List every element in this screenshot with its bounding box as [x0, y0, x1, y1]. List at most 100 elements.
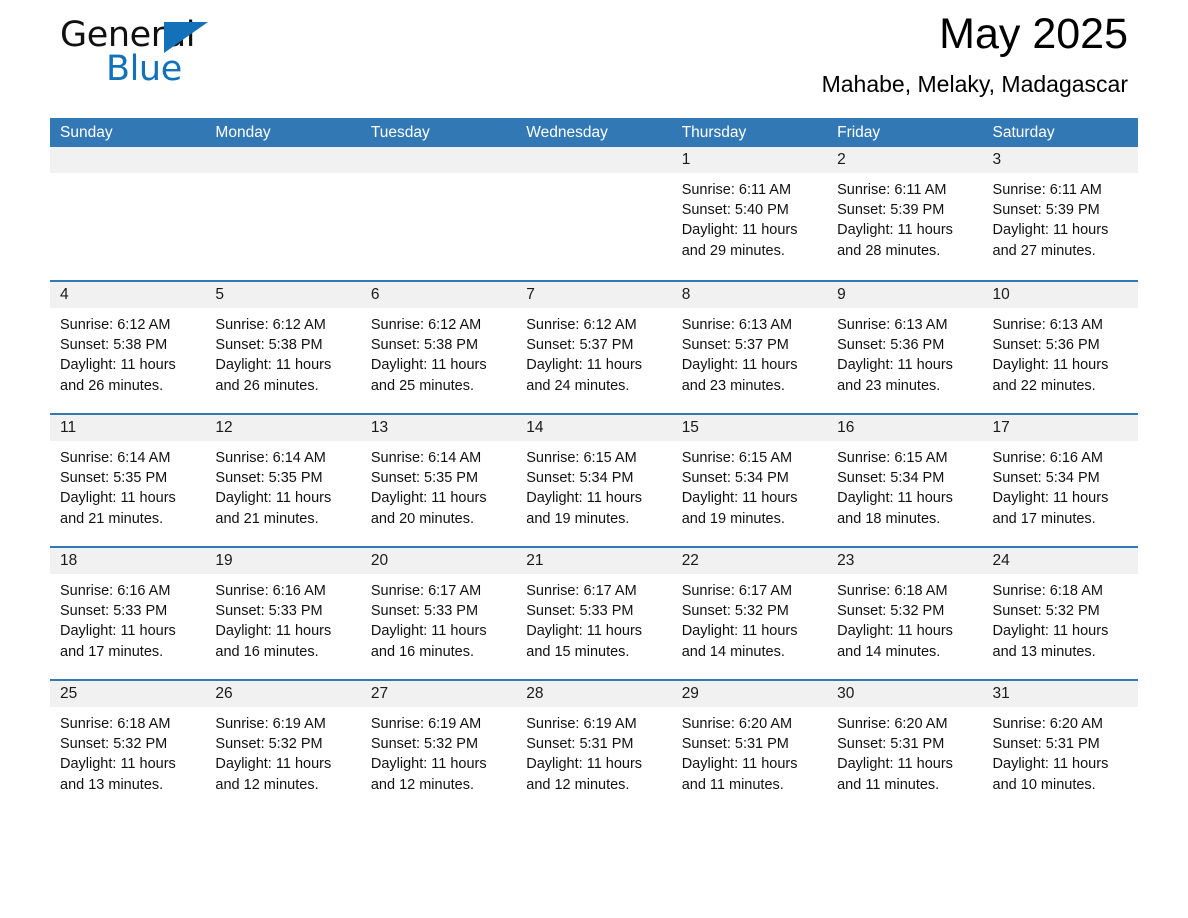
day-number-band: 24 [982, 548, 1138, 574]
day-number-band: 26 [205, 681, 361, 707]
day-details: Sunrise: 6:19 AM Sunset: 5:32 PM Daylight:… [361, 707, 516, 795]
day-number-band: 12 [205, 415, 361, 441]
day-cell[interactable]: 7 Sunrise: 6:12 AM Sunset: 5:37 PM Daylight… [516, 282, 672, 413]
day-number-band: 27 [360, 681, 517, 707]
day-number: 4 [60, 286, 69, 303]
day-details: Sunrise: 6:14 AM Sunset: 5:35 PM Daylight:… [361, 441, 516, 529]
day-details: Sunrise: 6:20 AM Sunset: 5:31 PM Daylight:… [827, 707, 982, 795]
daylight-text: Daylight: 11 hours and 18 minutes. [837, 490, 953, 527]
day-number-band: 15 [671, 415, 828, 441]
day-cell[interactable]: 3 Sunrise: 6:11 AM Sunset: 5:39 PM Daylight… [982, 147, 1138, 280]
day-cell-empty [205, 147, 361, 280]
day-number-band: 29 [671, 681, 828, 707]
sunrise-text: Sunrise: 6:16 AM [60, 583, 171, 599]
daylight-text: Daylight: 11 hours and 16 minutes. [215, 623, 332, 660]
day-cell[interactable]: 11 Sunrise: 6:14 AM Sunset: 5:35 PM Dayligh… [50, 415, 206, 546]
sunrise-text: Sunrise: 6:17 AM [370, 583, 482, 599]
day-cell[interactable]: 26 Sunrise: 6:19 AM Sunset: 5:32 PM Dayligh… [205, 681, 361, 812]
daylight-text: Daylight: 11 hours and 26 minutes. [215, 357, 332, 394]
day-number-band: 22 [671, 548, 828, 574]
day-cell[interactable]: 17 Sunrise: 6:16 AM Sunset: 5:34 PM Dayligh… [982, 415, 1138, 546]
weekday-header-wednesday: Wednesday [526, 124, 608, 141]
day-cell[interactable]: 2 Sunrise: 6:11 AM Sunset: 5:39 PM Daylight… [827, 147, 983, 280]
sunset-text: Sunset: 5:31 PM [681, 736, 789, 753]
day-cell[interactable]: 22 Sunrise: 6:17 AM Sunset: 5:32 PM Dayligh… [671, 548, 828, 679]
day-cell[interactable]: 23 Sunrise: 6:18 AM Sunset: 5:32 PM Dayligh… [827, 548, 983, 679]
sunrise-text: Sunrise: 6:14 AM [215, 450, 326, 466]
daylight-text: Daylight: 11 hours and 12 minutes. [215, 756, 332, 793]
daylight-text: Daylight: 11 hours and 11 minutes. [681, 756, 798, 793]
day-cell[interactable]: 27 Sunrise: 6:19 AM Sunset: 5:32 PM Dayligh… [360, 681, 517, 812]
day-cell[interactable]: 16 Sunrise: 6:15 AM Sunset: 5:34 PM Dayligh… [827, 415, 983, 546]
sunrise-text: Sunrise: 6:20 AM [992, 716, 1103, 732]
day-number: 20 [370, 552, 389, 569]
sunset-text: Sunset: 5:31 PM [992, 736, 1100, 753]
day-details: Sunrise: 6:17 AM Sunset: 5:33 PM Daylight:… [516, 574, 671, 662]
sunrise-text: Sunrise: 6:14 AM [370, 450, 482, 466]
day-cell[interactable]: 12 Sunrise: 6:14 AM Sunset: 5:35 PM Dayligh… [205, 415, 361, 546]
day-cell[interactable]: 1 Sunrise: 6:11 AM Sunset: 5:40 PM Daylight… [671, 147, 828, 280]
sunrise-text: Sunrise: 6:12 AM [60, 317, 171, 333]
day-cell[interactable]: 29 Sunrise: 6:20 AM Sunset: 5:31 PM Dayligh… [671, 681, 828, 812]
day-cell[interactable]: 24 Sunrise: 6:18 AM Sunset: 5:32 PM Dayligh… [982, 548, 1138, 679]
day-number [516, 151, 526, 168]
day-cell[interactable]: 14 Sunrise: 6:15 AM Sunset: 5:34 PM Dayligh… [516, 415, 672, 546]
day-cell[interactable]: 20 Sunrise: 6:17 AM Sunset: 5:33 PM Dayligh… [360, 548, 517, 679]
day-number-band: 5 [205, 282, 361, 308]
day-cell[interactable]: 28 Sunrise: 6:19 AM Sunset: 5:31 PM Dayligh… [516, 681, 672, 812]
title-block: May 2025 Mahabe, Melaky, Madagascar [822, 8, 1128, 98]
day-number-band: 31 [982, 681, 1138, 707]
day-cell[interactable]: 15 Sunrise: 6:15 AM Sunset: 5:34 PM Dayligh… [671, 415, 828, 546]
weeks-container: 1 Sunrise: 6:11 AM Sunset: 5:40 PM Daylight… [50, 147, 1138, 812]
sunset-text: Sunset: 5:31 PM [526, 736, 634, 753]
day-cell[interactable]: 13 Sunrise: 6:14 AM Sunset: 5:35 PM Dayligh… [360, 415, 517, 546]
day-cell[interactable]: 21 Sunrise: 6:17 AM Sunset: 5:33 PM Dayligh… [516, 548, 672, 679]
day-cell[interactable]: 30 Sunrise: 6:20 AM Sunset: 5:31 PM Dayligh… [827, 681, 983, 812]
day-number: 16 [837, 419, 855, 436]
day-cell[interactable]: 19 Sunrise: 6:16 AM Sunset: 5:33 PM Dayligh… [205, 548, 361, 679]
day-number-band: 23 [827, 548, 983, 574]
day-details: Sunrise: 6:18 AM Sunset: 5:32 PM Daylight:… [50, 707, 205, 795]
sunrise-text: Sunrise: 6:11 AM [992, 182, 1102, 198]
sunrise-text: Sunrise: 6:20 AM [681, 716, 793, 732]
day-number-band: 19 [205, 548, 361, 574]
sunrise-text: Sunrise: 6:15 AM [526, 450, 637, 466]
day-cell[interactable]: 9 Sunrise: 6:13 AM Sunset: 5:36 PM Daylight… [827, 282, 983, 413]
day-number: 31 [992, 685, 1010, 702]
day-details: Sunrise: 6:17 AM Sunset: 5:33 PM Daylight:… [361, 574, 516, 662]
day-details: Sunrise: 6:18 AM Sunset: 5:32 PM Daylight:… [827, 574, 982, 662]
day-number-band: 2 [827, 147, 983, 173]
day-details: Sunrise: 6:14 AM Sunset: 5:35 PM Daylight:… [50, 441, 205, 529]
day-number-band: 16 [827, 415, 983, 441]
day-cell[interactable]: 10 Sunrise: 6:13 AM Sunset: 5:36 PM Dayligh… [982, 282, 1138, 413]
sunrise-text: Sunrise: 6:19 AM [215, 716, 326, 732]
day-cell[interactable]: 5 Sunrise: 6:12 AM Sunset: 5:38 PM Daylight… [205, 282, 361, 413]
day-number: 24 [992, 552, 1010, 569]
day-cell[interactable]: 8 Sunrise: 6:13 AM Sunset: 5:37 PM Daylight… [671, 282, 828, 413]
day-number-band: 21 [516, 548, 672, 574]
day-number-band [360, 147, 517, 173]
day-cell[interactable]: 6 Sunrise: 6:12 AM Sunset: 5:38 PM Daylight… [360, 282, 517, 413]
day-number: 9 [837, 286, 846, 303]
calendar-grid: Sunday Monday Tuesday Wednesday Thursday… [50, 118, 1138, 812]
sunset-text: Sunset: 5:34 PM [526, 470, 634, 487]
daylight-text: Daylight: 11 hours and 19 minutes. [526, 490, 643, 527]
day-number-band [516, 147, 672, 173]
daylight-text: Daylight: 11 hours and 23 minutes. [681, 357, 798, 394]
daylight-text: Daylight: 11 hours and 24 minutes. [526, 357, 643, 394]
day-cell[interactable]: 31 Sunrise: 6:20 AM Sunset: 5:31 PM Dayligh… [982, 681, 1138, 812]
logo-text-blue: Blue [106, 49, 182, 89]
day-cell[interactable]: 18 Sunrise: 6:16 AM Sunset: 5:33 PM Dayligh… [50, 548, 206, 679]
day-cell[interactable]: 4 Sunrise: 6:12 AM Sunset: 5:38 PM Daylight… [50, 282, 206, 413]
day-number: 21 [526, 552, 544, 569]
day-number: 30 [837, 685, 855, 702]
weekday-header-friday: Friday [837, 124, 881, 141]
sunset-text: Sunset: 5:32 PM [992, 603, 1100, 620]
day-number: 14 [526, 419, 544, 436]
sunset-text: Sunset: 5:32 PM [215, 736, 323, 753]
day-number-band: 3 [982, 147, 1138, 173]
day-number-band [50, 147, 206, 173]
day-details: Sunrise: 6:13 AM Sunset: 5:36 PM Daylight:… [827, 308, 982, 396]
day-cell[interactable]: 25 Sunrise: 6:18 AM Sunset: 5:32 PM Dayligh… [50, 681, 206, 812]
generalblue-logo[interactable]: General Blue [60, 16, 360, 106]
